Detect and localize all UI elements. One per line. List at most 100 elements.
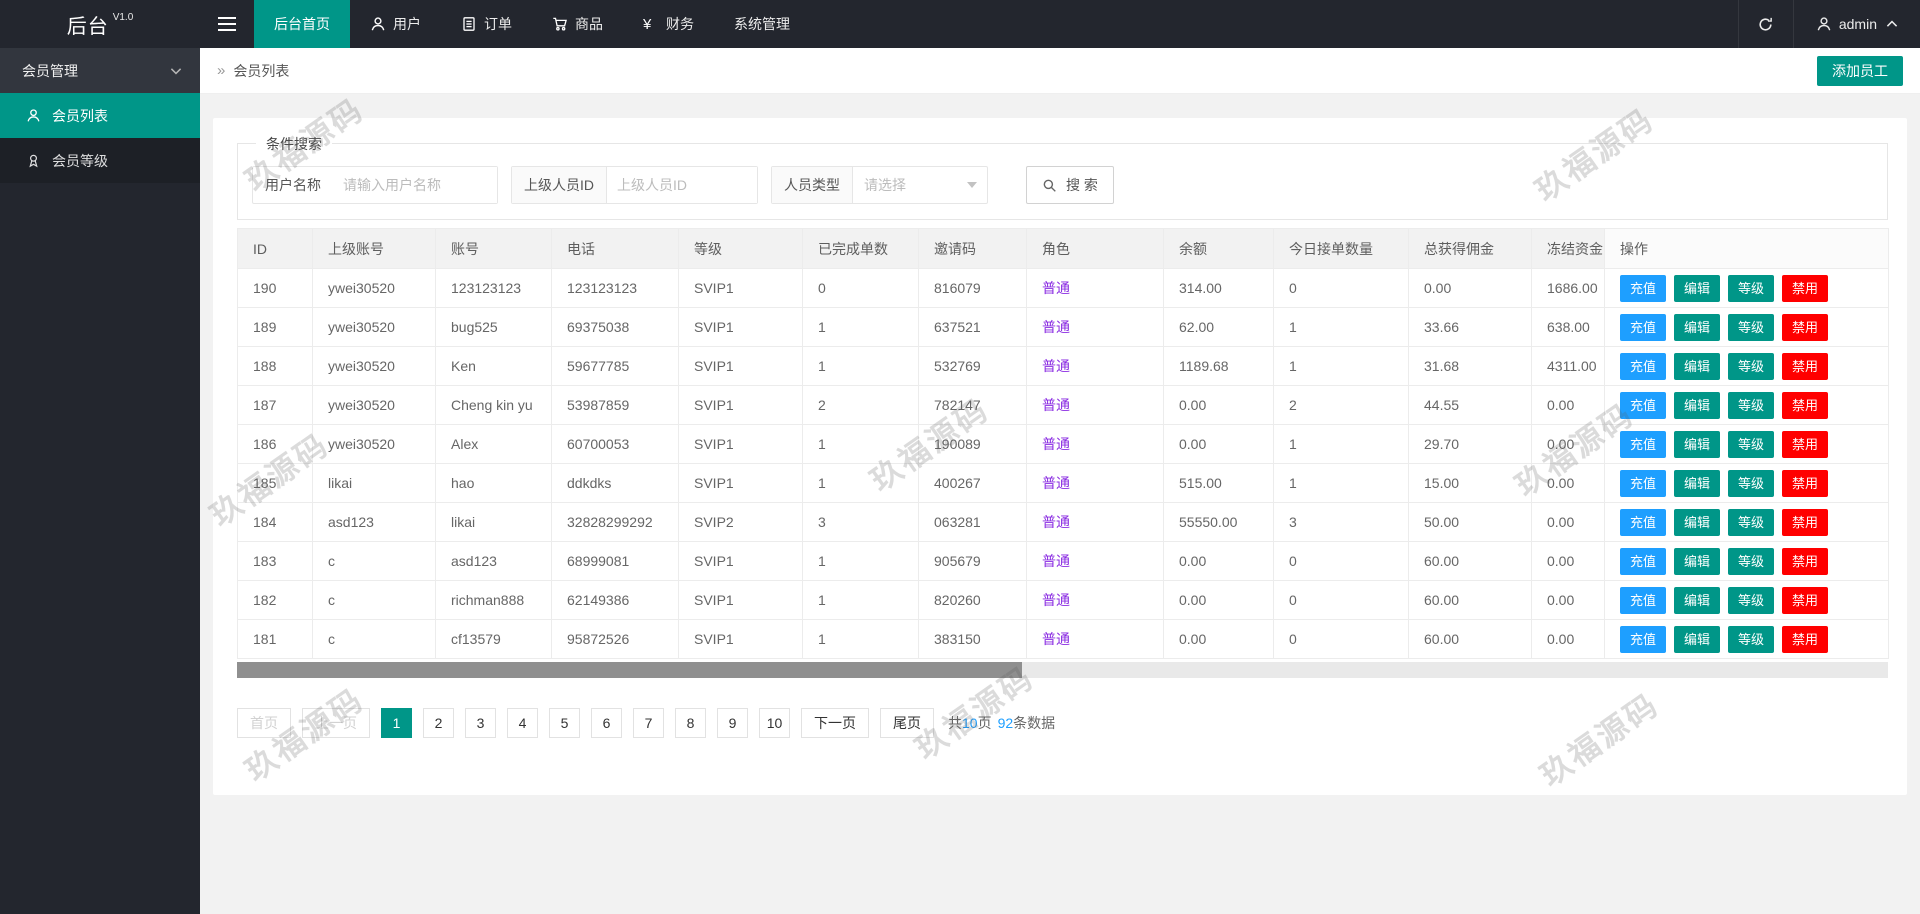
edit-button[interactable]: 编辑 (1674, 625, 1721, 653)
select-placeholder: 请选择 (864, 177, 906, 193)
recharge-button[interactable]: 充值 (1620, 547, 1667, 575)
page-prev[interactable]: 上一页 (302, 708, 370, 738)
summary-total-records: 92 (997, 715, 1014, 731)
level-button[interactable]: 等级 (1728, 547, 1775, 575)
disable-button[interactable]: 禁用 (1782, 586, 1829, 614)
page-number[interactable]: 1 (381, 708, 412, 738)
edit-button[interactable]: 编辑 (1674, 430, 1721, 458)
role-link[interactable]: 普通 (1042, 358, 1070, 374)
cell-total-commission: 31.68 (1408, 346, 1532, 386)
edit-button[interactable]: 编辑 (1674, 352, 1721, 380)
app-logo: 后台 V1.0 (0, 0, 200, 48)
level-button[interactable]: 等级 (1728, 625, 1775, 653)
page-number[interactable]: 3 (465, 708, 496, 738)
level-button[interactable]: 等级 (1728, 469, 1775, 497)
cell-actions: 充值 编辑 等级 禁用 (1604, 541, 1889, 581)
page-number[interactable]: 5 (549, 708, 580, 738)
nav-item[interactable]: 后台首页 (254, 0, 350, 48)
role-link[interactable]: 普通 (1042, 631, 1070, 647)
edit-button[interactable]: 编辑 (1674, 586, 1721, 614)
level-button[interactable]: 等级 (1728, 274, 1775, 302)
recharge-button[interactable]: 充值 (1620, 391, 1667, 419)
cell-today-orders: 1 (1273, 424, 1409, 464)
disable-button[interactable]: 禁用 (1782, 274, 1829, 302)
horizontal-scrollbar[interactable] (237, 662, 1888, 678)
scrollbar-thumb[interactable] (237, 662, 1022, 678)
level-button[interactable]: 等级 (1728, 352, 1775, 380)
cell-account: 123123123 (435, 268, 552, 308)
page-number[interactable]: 4 (507, 708, 538, 738)
disable-button[interactable]: 禁用 (1782, 547, 1829, 575)
page-number[interactable]: 9 (717, 708, 748, 738)
recharge-button[interactable]: 充值 (1620, 313, 1667, 341)
column-header: 总获得佣金 (1408, 228, 1532, 269)
edit-button[interactable]: 编辑 (1674, 469, 1721, 497)
summary-pages-unit: 页 (977, 715, 992, 731)
disable-button[interactable]: 禁用 (1782, 313, 1829, 341)
level-button[interactable]: 等级 (1728, 586, 1775, 614)
recharge-button[interactable]: 充值 (1620, 586, 1667, 614)
role-link[interactable]: 普通 (1042, 397, 1070, 413)
sidebar-group-member-management[interactable]: 会员管理 (0, 48, 200, 93)
sidebar-item-member-list[interactable]: 会员列表 (0, 93, 200, 138)
recharge-button[interactable]: 充值 (1620, 625, 1667, 653)
nav-item[interactable]: ¥ 财务 (623, 0, 714, 48)
edit-button[interactable]: 编辑 (1674, 547, 1721, 575)
search-fieldset: 条件搜索 用户名称 上级人员ID 人员类型 请选择 (237, 134, 1888, 220)
edit-button[interactable]: 编辑 (1674, 508, 1721, 536)
recharge-button[interactable]: 充值 (1620, 352, 1667, 380)
edit-button[interactable]: 编辑 (1674, 313, 1721, 341)
recharge-button[interactable]: 充值 (1620, 274, 1667, 302)
page-next[interactable]: 下一页 (801, 708, 869, 738)
role-link[interactable]: 普通 (1042, 319, 1070, 335)
role-link[interactable]: 普通 (1042, 280, 1070, 296)
cell-role: 普通 (1026, 541, 1164, 581)
sidebar-toggle[interactable] (200, 0, 254, 48)
page-number[interactable]: 6 (591, 708, 622, 738)
cell-role: 普通 (1026, 268, 1164, 308)
page-number[interactable]: 10 (759, 708, 790, 738)
page-number[interactable]: 2 (423, 708, 454, 738)
recharge-button[interactable]: 充值 (1620, 508, 1667, 536)
add-staff-button[interactable]: 添加员工 (1817, 55, 1903, 86)
page-number[interactable]: 8 (675, 708, 706, 738)
username-input[interactable] (333, 167, 497, 203)
person-type-select[interactable]: 请选择 (853, 167, 987, 203)
disable-button[interactable]: 禁用 (1782, 352, 1829, 380)
recharge-button[interactable]: 充值 (1620, 469, 1667, 497)
disable-button[interactable]: 禁用 (1782, 469, 1829, 497)
role-link[interactable]: 普通 (1042, 514, 1070, 530)
disable-button[interactable]: 禁用 (1782, 625, 1829, 653)
cart-icon (552, 16, 568, 32)
cell-id: 183 (237, 541, 313, 581)
level-button[interactable]: 等级 (1728, 508, 1775, 536)
level-button[interactable]: 等级 (1728, 430, 1775, 458)
column-header: 邀请码 (918, 228, 1027, 269)
disable-button[interactable]: 禁用 (1782, 430, 1829, 458)
page-first[interactable]: 首页 (237, 708, 291, 738)
role-link[interactable]: 普通 (1042, 475, 1070, 491)
search-icon (1042, 178, 1057, 193)
level-button[interactable]: 等级 (1728, 313, 1775, 341)
page-last[interactable]: 尾页 (880, 708, 934, 738)
user-icon (370, 16, 386, 32)
nav-item[interactable]: 商品 (532, 0, 623, 48)
level-button[interactable]: 等级 (1728, 391, 1775, 419)
edit-button[interactable]: 编辑 (1674, 391, 1721, 419)
nav-item[interactable]: 系统管理 (714, 0, 810, 48)
edit-button[interactable]: 编辑 (1674, 274, 1721, 302)
parent-id-input[interactable] (607, 167, 757, 203)
disable-button[interactable]: 禁用 (1782, 391, 1829, 419)
refresh-button[interactable] (1737, 0, 1794, 48)
role-link[interactable]: 普通 (1042, 592, 1070, 608)
nav-item[interactable]: 订单 (441, 0, 532, 48)
recharge-button[interactable]: 充值 (1620, 430, 1667, 458)
disable-button[interactable]: 禁用 (1782, 508, 1829, 536)
nav-item[interactable]: 用户 (350, 0, 441, 48)
role-link[interactable]: 普通 (1042, 553, 1070, 569)
role-link[interactable]: 普通 (1042, 436, 1070, 452)
user-menu[interactable]: admin (1794, 0, 1920, 48)
sidebar-item-member-level[interactable]: 会员等级 (0, 138, 200, 183)
search-button[interactable]: 搜 索 (1026, 166, 1114, 204)
page-number[interactable]: 7 (633, 708, 664, 738)
